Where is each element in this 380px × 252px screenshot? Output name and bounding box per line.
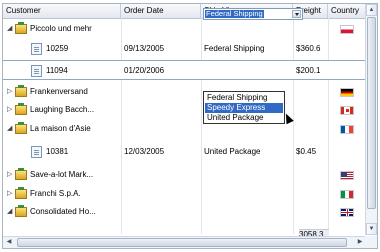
order-row[interactable]: 10259 09/13/2005 Federal Shipping $360.6	[3, 39, 366, 59]
ship-via-cell: Federal Shipping	[204, 44, 265, 53]
company-icon	[15, 103, 27, 115]
customer-row[interactable]: ◢ Consolidated Ho...	[3, 202, 366, 222]
column-header-customer[interactable]: Customer	[3, 4, 121, 18]
customer-row[interactable]: ▷ Laughing Bacch...	[3, 100, 366, 120]
poland-flag-icon	[340, 25, 354, 34]
customer-name: Laughing Bacch...	[30, 105, 95, 114]
chevron-down-icon[interactable]	[292, 10, 301, 18]
scroll-down-icon[interactable]: ▼	[366, 223, 377, 235]
customer-row[interactable]: ◢ Piccolo und mehr	[3, 19, 366, 39]
company-icon	[15, 85, 27, 97]
company-icon	[15, 22, 27, 34]
company-icon	[15, 122, 27, 134]
company-icon	[15, 205, 27, 217]
vertical-scrollbar[interactable]: ▲ ▼	[365, 4, 377, 235]
order-id: 10381	[46, 147, 69, 156]
scroll-up-icon[interactable]: ▲	[366, 4, 377, 16]
horizontal-scroll-thumb[interactable]	[17, 238, 347, 247]
germany-flag-icon	[340, 88, 354, 97]
order-row[interactable]: 10381 12/03/2005 United Package $0.45	[3, 142, 366, 162]
orders-grid[interactable]: Customer Order Date Ship Via Freight Cou…	[2, 3, 378, 249]
order-icon	[31, 146, 42, 158]
customer-row[interactable]: ◢ La maison d'Asie	[3, 119, 366, 139]
column-header-row: Customer Order Date Ship Via Freight Cou…	[3, 4, 366, 19]
freight-cell: $360.6	[296, 44, 321, 53]
order-row[interactable]: 11094 01/20/2006 $200.1	[3, 60, 366, 80]
france-flag-icon	[340, 125, 354, 134]
ship-via-cell: United Package	[204, 147, 261, 156]
canada-flag-icon	[340, 106, 354, 115]
horizontal-scrollbar[interactable]: ◀ ▶	[3, 236, 366, 248]
freight-cell: $200.1	[296, 66, 321, 75]
expand-icon[interactable]: ▷	[7, 171, 13, 179]
company-icon	[15, 187, 27, 199]
column-header-country[interactable]: Country	[328, 4, 366, 18]
dropdown-option[interactable]: Speedy Express	[205, 103, 283, 113]
order-date-cell: 12/03/2005	[124, 147, 165, 156]
customer-name: Consolidated Ho...	[30, 207, 96, 216]
customer-row[interactable]: ▷ Save-a-lot Mark...	[3, 165, 366, 185]
customer-row[interactable]: ▷ Frankenversand	[3, 82, 366, 102]
ship-via-combobox-value: Federal Shipping	[205, 9, 264, 18]
customer-name: Piccolo und mehr	[30, 24, 92, 33]
customer-name: Franchi S.p.A.	[30, 189, 81, 198]
expand-icon[interactable]: ▷	[7, 190, 13, 198]
collapse-icon[interactable]: ◢	[7, 25, 13, 33]
usa-flag-icon	[340, 171, 354, 180]
customer-row[interactable]: ▷ Franchi S.p.A.	[3, 184, 366, 204]
dropdown-option[interactable]: Federal Shipping	[205, 93, 283, 103]
vertical-scroll-thumb[interactable]	[367, 17, 376, 209]
italy-flag-icon	[340, 190, 354, 199]
company-icon	[15, 168, 27, 180]
order-id: 11094	[46, 66, 68, 75]
order-icon	[31, 65, 42, 77]
scrollbar-corner	[365, 236, 377, 248]
customer-name: La maison d'Asie	[30, 124, 91, 133]
collapse-icon[interactable]: ◢	[7, 208, 13, 216]
expand-icon[interactable]: ▷	[7, 88, 13, 96]
customer-name: Save-a-lot Mark...	[30, 170, 94, 179]
collapse-icon[interactable]: ◢	[7, 125, 13, 133]
order-icon	[31, 43, 42, 55]
customer-name: Frankenversand	[30, 87, 88, 96]
uk-flag-icon	[340, 208, 354, 217]
column-header-order-date[interactable]: Order Date	[121, 4, 201, 18]
scroll-left-icon[interactable]: ◀	[3, 237, 15, 248]
freight-cell: $0.45	[296, 147, 317, 156]
dropdown-option[interactable]: United Package	[205, 113, 283, 123]
ship-via-combobox[interactable]: Federal Shipping	[203, 8, 303, 20]
order-id: 10259	[46, 44, 69, 53]
order-date-cell: 01/20/2006	[124, 66, 165, 75]
ship-via-dropdown-list[interactable]: Federal Shipping Speedy Express United P…	[203, 91, 285, 124]
expand-icon[interactable]: ▷	[7, 106, 13, 114]
order-date-cell: 09/13/2005	[124, 44, 165, 53]
